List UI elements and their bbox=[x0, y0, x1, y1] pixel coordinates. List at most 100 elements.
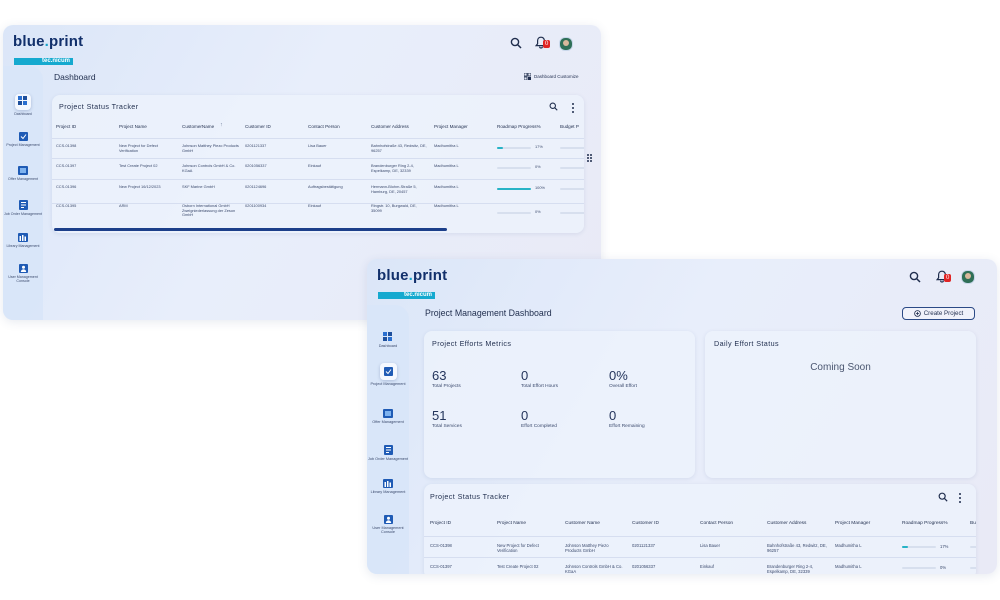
table-cell-address: Ringstr. 10, Burgwald, DE, 35099 bbox=[371, 203, 417, 213]
brand-word-right: print bbox=[413, 267, 448, 284]
roadmap-progress-label: 0% bbox=[940, 565, 947, 570]
roadmap-progress-label: 0% bbox=[535, 209, 541, 214]
column-header[interactable]: Project ID bbox=[56, 124, 76, 129]
metric-value: 0 bbox=[521, 408, 529, 423]
table-cell-cust_id: 0201100934 bbox=[245, 203, 267, 208]
library-icon bbox=[18, 233, 28, 242]
nav-job-order-management[interactable]: Job Order Management bbox=[367, 445, 409, 461]
customize-icon bbox=[524, 73, 531, 80]
search-icon[interactable] bbox=[510, 37, 522, 49]
table-cell-manager: Madhumitha L bbox=[434, 143, 459, 148]
nav-project-management[interactable]: Project Management bbox=[3, 132, 43, 147]
plus-circle-icon bbox=[913, 310, 921, 317]
tracker-search-icon[interactable] bbox=[549, 102, 558, 111]
brand-logo[interactable]: blue.print tec.nicum bbox=[377, 268, 447, 301]
nav-dashboard[interactable]: Dashboard bbox=[367, 332, 409, 348]
column-header[interactable]: Project ID bbox=[430, 521, 451, 526]
page-title: Project Management Dashboard bbox=[425, 308, 552, 318]
nav-dashboard[interactable]: Dashboard bbox=[3, 94, 43, 116]
project-management-icon bbox=[383, 367, 393, 376]
column-drag-handle[interactable] bbox=[587, 154, 592, 162]
table-cell-name: ARM bbox=[119, 203, 128, 208]
nav-user-management[interactable]: User Management Console bbox=[3, 264, 43, 283]
tracker-more-icon[interactable] bbox=[959, 493, 961, 505]
column-header[interactable]: Customer Address bbox=[371, 124, 409, 129]
project-status-tracker-card: Project Status Tracker Project ID Project… bbox=[52, 95, 584, 233]
table-cell-address: Hermann-Blohm-Straße 5, Hamburg, DE, 204… bbox=[371, 184, 417, 194]
table-cell-id: CCS-01396 bbox=[56, 184, 77, 189]
notification-button[interactable]: 0 bbox=[534, 36, 553, 52]
user-avatar[interactable] bbox=[961, 270, 975, 284]
brand-word-left: blue bbox=[13, 33, 45, 50]
metrics-title: Project Efforts Metrics bbox=[432, 339, 512, 348]
column-header[interactable]: Budget P bbox=[560, 124, 579, 129]
dashboard-customize-button[interactable]: Dashboard Customize bbox=[524, 73, 579, 80]
column-header[interactable]: Customer ID bbox=[245, 124, 271, 129]
metric-label: Total Effort Hours bbox=[521, 384, 558, 389]
create-project-button[interactable]: Create Project bbox=[902, 307, 975, 320]
budget-progress-bar bbox=[560, 212, 584, 214]
metric-value: 0% bbox=[609, 368, 628, 383]
table-cell-manager: Madhumitha L bbox=[434, 203, 459, 208]
table-cell-contact: Einkauf bbox=[308, 163, 321, 168]
search-icon[interactable] bbox=[909, 271, 921, 283]
column-header[interactable]: Project Name bbox=[497, 521, 526, 526]
row-divider bbox=[424, 536, 976, 537]
roadmap-progress-bar bbox=[497, 147, 531, 149]
table-cell-name: New Project for Defect Verification bbox=[119, 143, 158, 153]
column-header[interactable]: Roadmap Progress% bbox=[902, 521, 948, 526]
table-cell-id: CCS-01395 bbox=[56, 203, 77, 208]
brand-logo[interactable]: blue.print tec.nicum bbox=[13, 34, 83, 67]
nav-library-management[interactable]: Library Management bbox=[3, 233, 43, 248]
roadmap-progress-bar bbox=[902, 567, 936, 569]
tracker-search-icon[interactable] bbox=[938, 492, 948, 502]
notification-button[interactable]: 0 bbox=[935, 270, 954, 286]
column-header[interactable]: Customer ID bbox=[632, 521, 659, 526]
nav-library-management[interactable]: Library Management bbox=[367, 479, 409, 494]
column-header[interactable]: Contact Person bbox=[700, 521, 733, 526]
coming-soon-text: Coming Soon bbox=[810, 362, 871, 373]
column-header[interactable]: Bu bbox=[970, 521, 976, 526]
nav-label-library-management: Library Management bbox=[6, 244, 40, 248]
nav-offer-management[interactable]: Offer Management bbox=[3, 166, 43, 181]
column-header[interactable]: Project Manager bbox=[835, 521, 870, 526]
budget-progress-bar bbox=[970, 567, 976, 569]
roadmap-progress-label: 17% bbox=[535, 144, 543, 149]
column-header[interactable]: Customer Address bbox=[767, 521, 806, 526]
table-cell-name: Test Create Project 02 bbox=[497, 564, 539, 569]
notification-badge: 0 bbox=[543, 40, 551, 48]
table-cell-name: New Project 16/12/2023 bbox=[119, 184, 161, 189]
table-cell-address: Bahnhofstraße 43, Redwitz, DE, 96257 bbox=[371, 143, 427, 153]
user-avatar[interactable] bbox=[559, 37, 573, 51]
roadmap-progress-bar bbox=[497, 212, 531, 214]
brand-word-right: print bbox=[49, 33, 84, 50]
column-header[interactable]: Project Name bbox=[119, 124, 147, 129]
table-cell-address: Bahnhofstraße 43, Redwitz, DE, 96257 bbox=[767, 543, 827, 554]
table-cell-customer: SKF Marine GmbH bbox=[182, 184, 215, 189]
nav-offer-management[interactable]: Offer Management bbox=[367, 409, 409, 424]
roadmap-progress-label: 100% bbox=[535, 185, 545, 190]
table-cell-cust_id: 0201121337 bbox=[632, 543, 655, 548]
nav-project-management[interactable]: Project Management bbox=[367, 363, 409, 386]
table-cell-id: CCS-01398 bbox=[430, 543, 452, 548]
roadmap-progress-label: 0% bbox=[535, 164, 541, 169]
offer-management-icon bbox=[18, 166, 28, 175]
column-header[interactable]: Customer Name bbox=[565, 521, 600, 526]
sidebar: Dashboard Project Management Offer Manag… bbox=[367, 305, 409, 574]
table-cell-address: Brandenburger Ring 2-4, Espelkamp, DE, 3… bbox=[371, 163, 414, 173]
table-cell-manager: Madhumitha L bbox=[835, 543, 862, 548]
page-title: Dashboard bbox=[54, 72, 96, 82]
sort-arrow-icon[interactable]: ↑ bbox=[220, 122, 223, 128]
column-header[interactable]: Roadmap Progress% bbox=[497, 124, 541, 129]
column-header[interactable]: CustomerName bbox=[182, 124, 214, 129]
nav-label-offer-management: Offer Management bbox=[8, 177, 38, 181]
column-header[interactable]: Project Manager bbox=[434, 124, 468, 129]
column-header[interactable]: Contact Person bbox=[308, 124, 340, 129]
nav-job-order-management[interactable]: Job Order Management bbox=[3, 200, 43, 216]
project-efforts-metrics-card: Project Efforts Metrics 63 Total Projects… bbox=[424, 331, 695, 478]
nav-user-management[interactable]: User Management Console bbox=[367, 515, 409, 535]
library-icon bbox=[383, 479, 393, 488]
horizontal-scrollbar[interactable] bbox=[54, 228, 447, 231]
table-cell-manager: Madhumitha L bbox=[434, 163, 459, 168]
tracker-more-icon[interactable] bbox=[572, 103, 574, 115]
